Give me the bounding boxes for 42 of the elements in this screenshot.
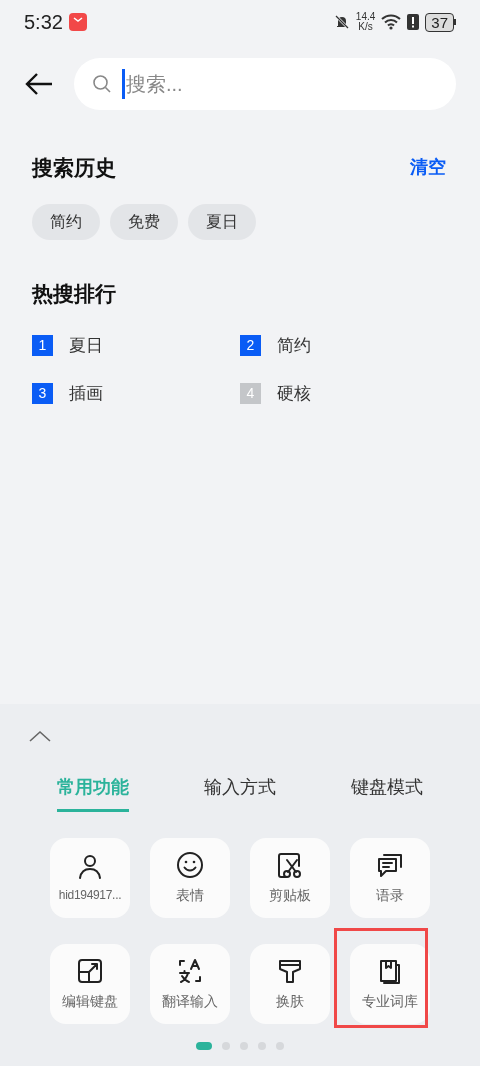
panel-tab[interactable]: 键盘模式 [350,774,423,812]
person-icon [76,852,104,880]
feature-tile[interactable]: 编辑键盘 [50,944,130,1024]
rank-number: 3 [32,382,53,404]
feature-tile[interactable]: 翻译输入 [150,944,230,1024]
battery-indicator: 37 [425,12,456,32]
panel-tab[interactable]: 输入方式 [204,774,276,812]
net-speed: 14.4 [355,12,376,22]
bell-muted-icon [333,14,350,30]
rank-number: 1 [32,335,53,357]
rank-number: 4 [240,382,261,404]
history-chip[interactable]: 简约 [32,203,100,240]
status-time: 5:32 [24,10,63,35]
feature-tile[interactable]: hid194917... [50,838,130,918]
feature-tile[interactable]: 语录 [350,838,430,918]
search-icon [92,74,112,94]
trending-term[interactable]: 夏日 [69,333,103,359]
expand-square-icon [76,956,104,985]
search-input[interactable]: 搜索... [122,69,438,99]
history-chip[interactable]: 免费 [110,203,178,240]
section-title: 搜索历史 [32,155,116,181]
trending-term[interactable]: 插画 [69,380,103,406]
wifi-icon [381,14,402,30]
feature-tile[interactable]: 剪贴板 [250,838,330,918]
app-icon [68,13,87,31]
smiley-icon [176,850,204,879]
translate-icon [176,956,204,985]
sim-alert-icon [407,14,420,30]
back-arrow-icon[interactable] [24,72,54,96]
feature-tile[interactable]: 换肤 [250,944,330,1024]
rank-number: 2 [240,335,261,357]
chevron-up-icon[interactable] [29,730,51,742]
clear-link[interactable]: 清空 [410,154,446,182]
trending-term[interactable]: 硬核 [277,380,311,406]
section-title: 热搜排行 [30,280,117,307]
scissors-icon [276,850,304,879]
search-bar[interactable]: 搜索... [74,58,456,110]
feature-tile[interactable]: 专业词库 [350,944,430,1024]
trending-term[interactable]: 简约 [277,333,311,359]
net-unit: K/s [358,22,373,32]
history-chip[interactable]: 夏日 [188,203,256,240]
feature-tile[interactable]: 表情 [150,838,230,918]
